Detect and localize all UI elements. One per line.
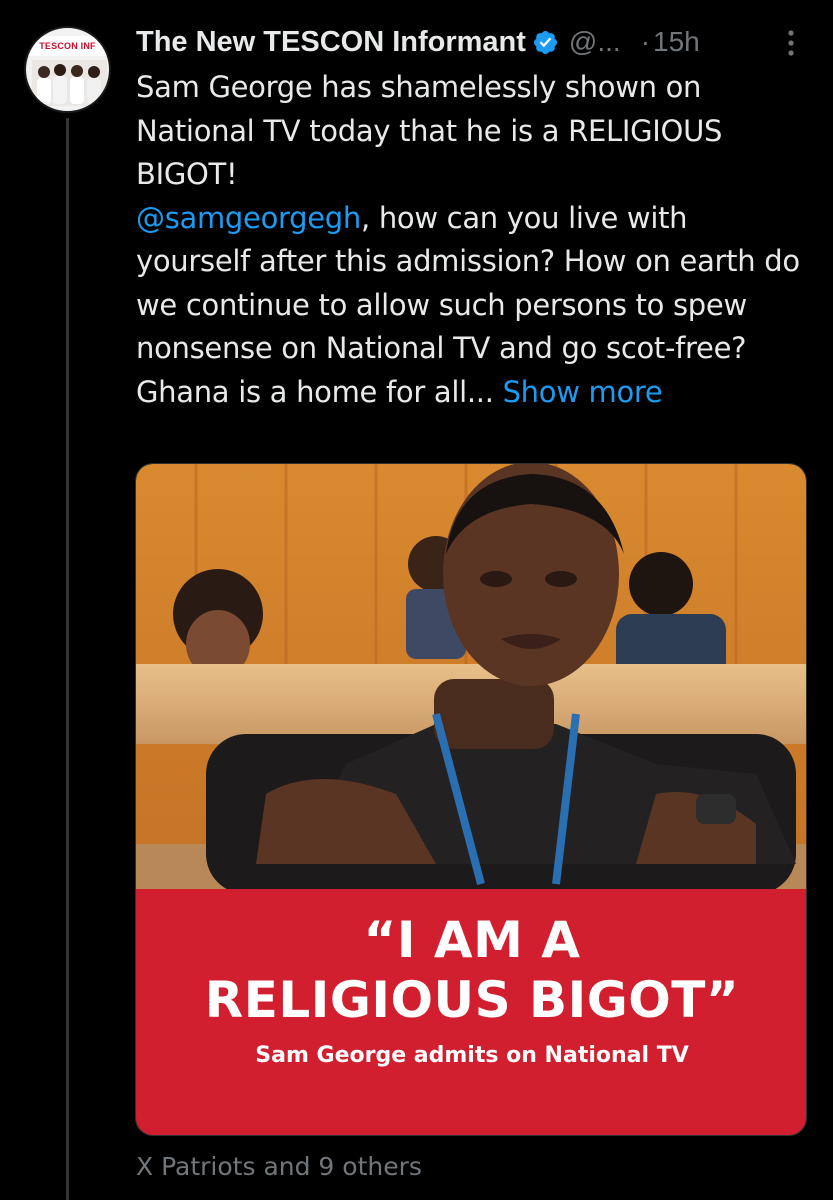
show-more-link[interactable]: Show more <box>503 375 663 409</box>
media-photo <box>136 464 806 889</box>
user-handle[interactable]: @... <box>569 26 621 58</box>
avatar-logo-banner: TESCON INF <box>26 36 109 56</box>
timestamp[interactable]: 15h <box>653 26 700 58</box>
social-context-line[interactable]: X Patriots and 9 others <box>136 1152 422 1181</box>
thread-connector-line <box>66 118 69 1200</box>
avatar-group-photo <box>32 60 107 106</box>
mention-link[interactable]: @samgeorgegh <box>136 201 361 235</box>
media-caption-banner: “I AM A RELIGIOUS BIGOT” Sam George admi… <box>136 889 806 1135</box>
media-subcaption: Sam George admits on National TV <box>255 1043 689 1068</box>
media-quote-line2: RELIGIOUS BIGOT” <box>204 971 740 1029</box>
tweet-header: The New TESCON Informant @... · 15h <box>136 22 806 62</box>
display-name[interactable]: The New TESCON Informant <box>136 26 526 59</box>
more-options-icon[interactable] <box>778 26 804 60</box>
media-quote-line1: “I AM A <box>363 911 581 969</box>
tweet-text-part1: Sam George has shamelessly shown on Nati… <box>136 70 723 191</box>
verified-badge-icon <box>533 30 557 54</box>
tweet-media-card[interactable]: “I AM A RELIGIOUS BIGOT” Sam George admi… <box>135 463 807 1136</box>
avatar-banner-text-left: TESCON <box>39 41 78 51</box>
avatar[interactable]: TESCON INF <box>24 26 111 113</box>
tweet-text: Sam George has shamelessly shown on Nati… <box>136 66 801 414</box>
meta-separator: · <box>640 26 651 57</box>
avatar-banner-text-right: INF <box>80 41 96 51</box>
